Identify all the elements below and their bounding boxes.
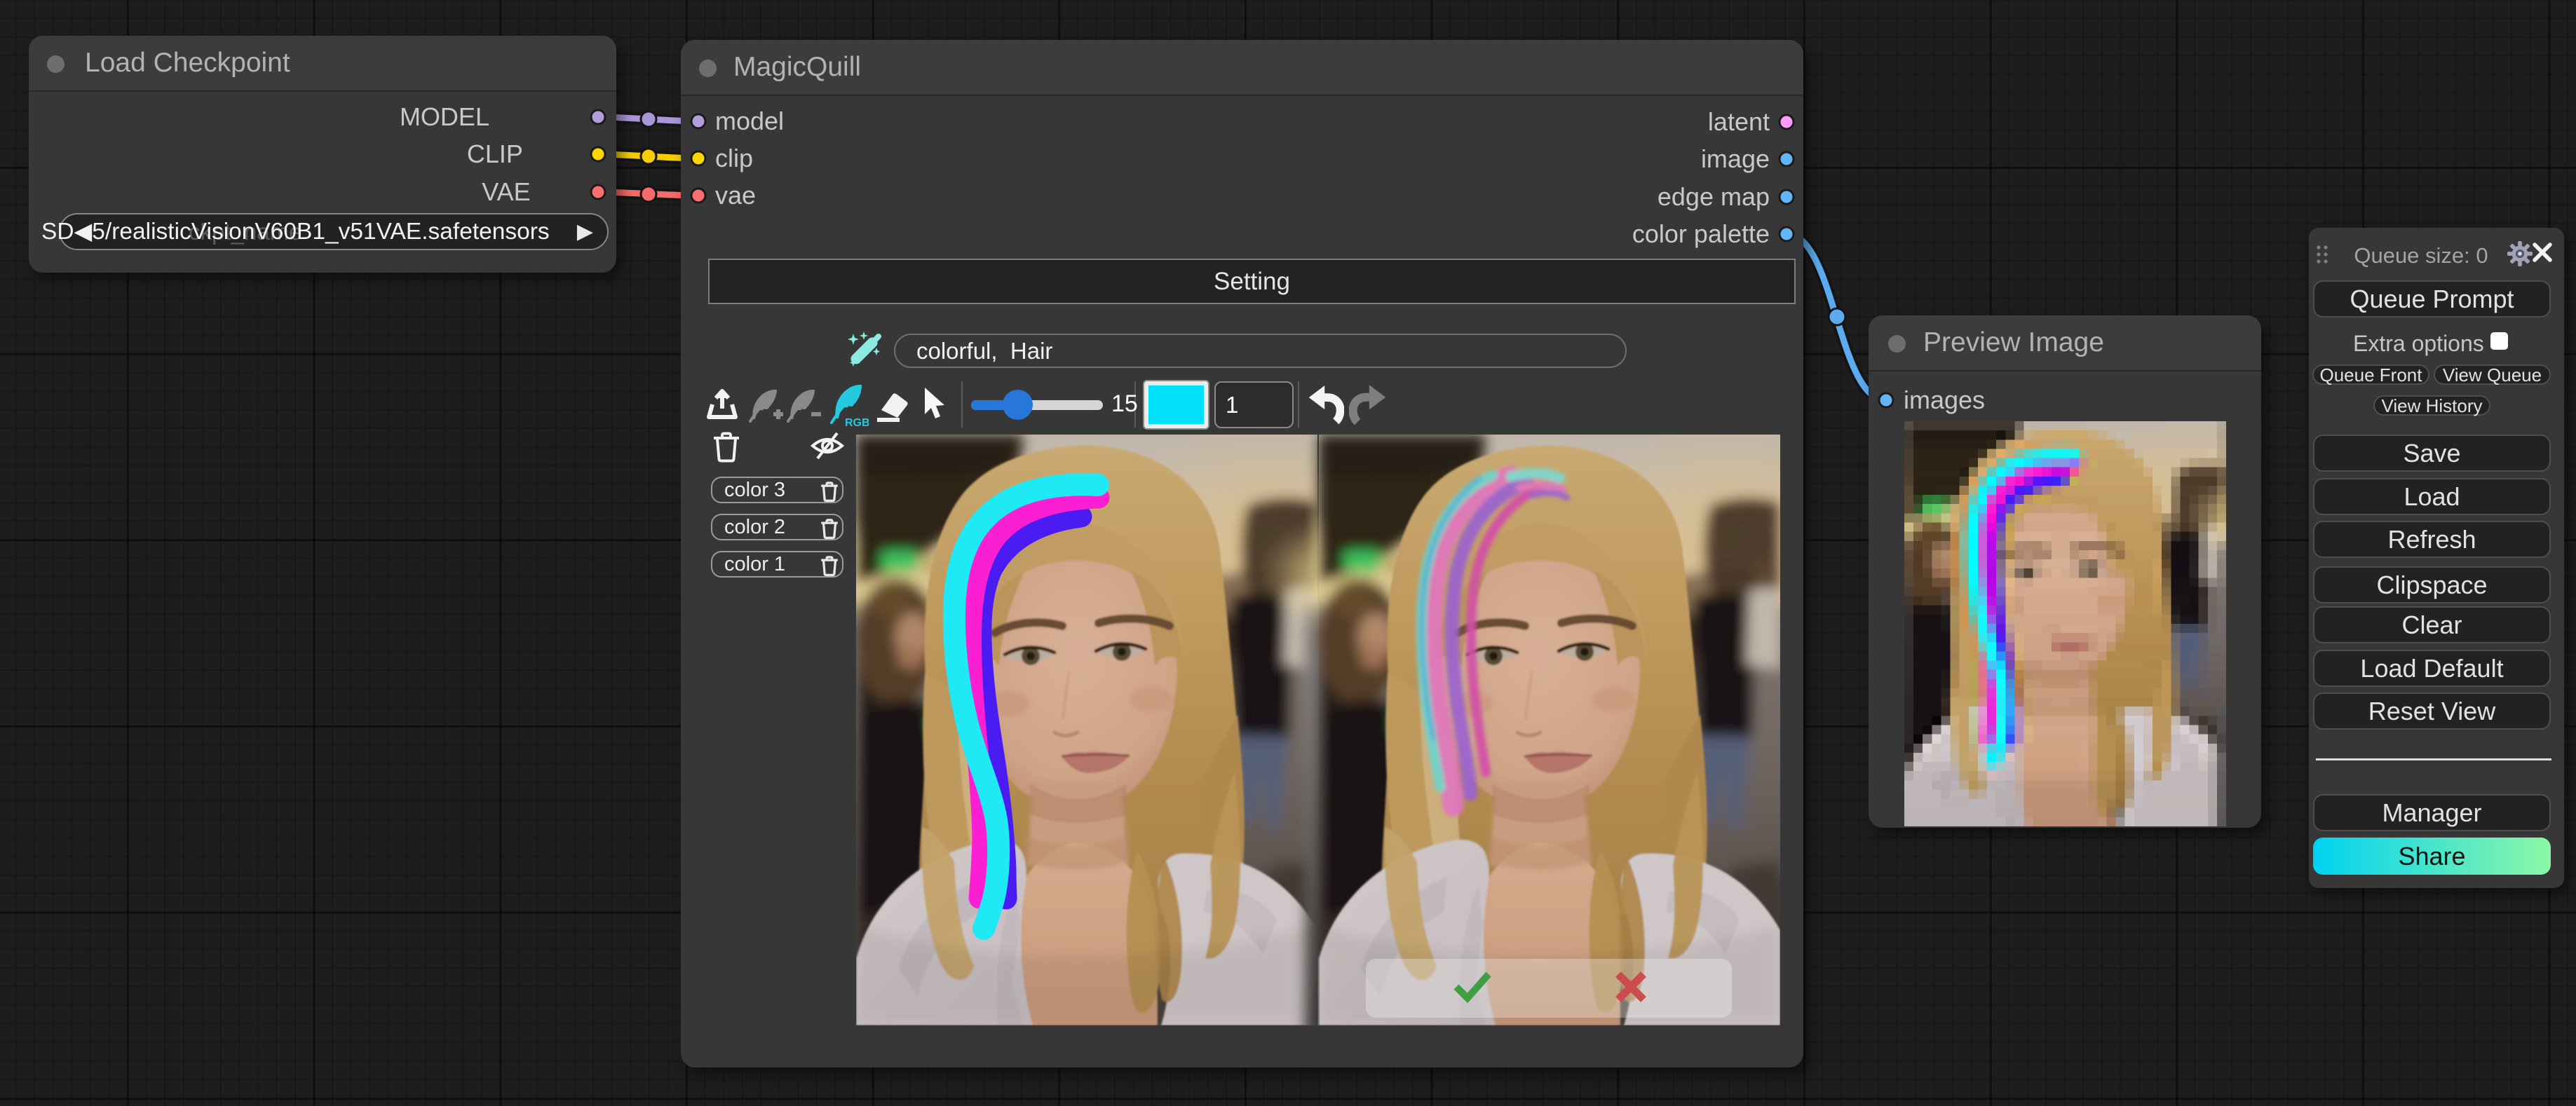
svg-text:RGB: RGB: [845, 417, 869, 427]
